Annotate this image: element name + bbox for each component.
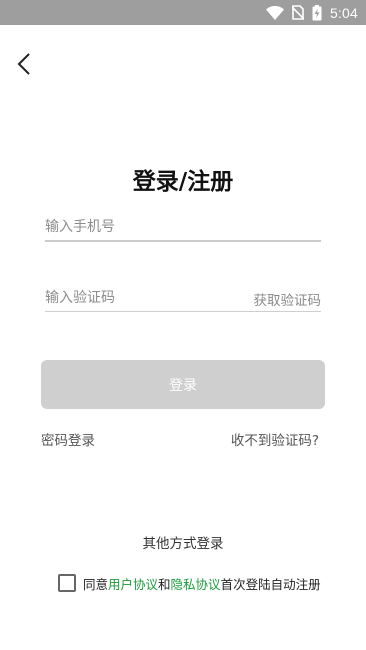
wifi-icon: [265, 5, 284, 20]
status-time: 5:04: [329, 4, 358, 21]
user-agreement-link[interactable]: 用户协议: [108, 577, 158, 592]
other-login-link[interactable]: 其他方式登录: [0, 532, 366, 552]
chevron-left-icon: [17, 52, 31, 76]
page-title: 登录/注册: [132, 169, 234, 195]
get-code-button[interactable]: 获取验证码: [247, 289, 321, 309]
login-button[interactable]: 登录: [41, 360, 325, 409]
no-sim-icon: [291, 5, 305, 20]
phone-input[interactable]: [45, 214, 321, 240]
privacy-agreement-link[interactable]: 隐私协议: [171, 577, 221, 592]
code-underline: [45, 311, 321, 312]
agreement-checkbox[interactable]: [58, 574, 76, 592]
status-bar: 5:04: [0, 0, 366, 25]
back-button[interactable]: [12, 50, 36, 78]
agreement-text: 同意用户协议和隐私协议首次登陆自动注册: [83, 574, 321, 593]
status-icons: 5:04: [265, 0, 358, 25]
agreement-row: 同意用户协议和隐私协议首次登陆自动注册: [58, 573, 321, 593]
no-code-link[interactable]: 收不到验证码?: [231, 429, 319, 449]
password-login-link[interactable]: 密码登录: [41, 429, 95, 449]
code-field: 获取验证码: [45, 285, 321, 312]
agreement-suffix: 首次登陆自动注册: [220, 576, 321, 592]
agreement-prefix: 同意: [83, 576, 109, 592]
phone-field: [45, 214, 321, 242]
battery-charging-icon: [312, 4, 322, 21]
phone-underline: [45, 240, 321, 242]
agreement-and: 和: [158, 576, 171, 592]
